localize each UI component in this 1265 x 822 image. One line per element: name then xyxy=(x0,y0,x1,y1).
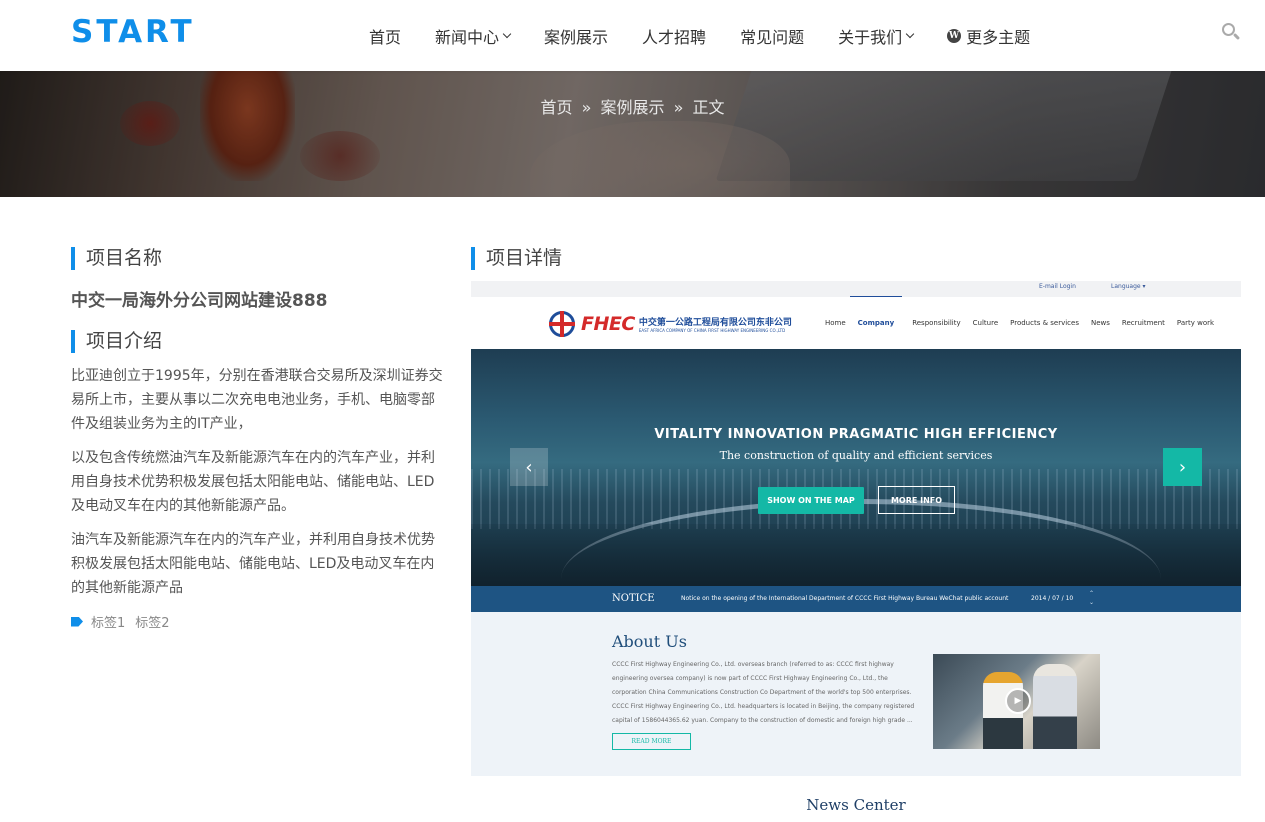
nav-item-label: 首页 xyxy=(369,27,402,47)
mock-news-center-title: News Center xyxy=(806,796,906,814)
nav-item-home[interactable]: 首页 xyxy=(352,0,418,71)
chevron-right-icon: › xyxy=(1163,448,1202,486)
breadcrumb-separator: » xyxy=(581,98,592,117)
mock-menu-item: News xyxy=(1090,319,1110,327)
nav-item-faq[interactable]: 常见问题 xyxy=(723,0,821,71)
mock-menu-item: Products & services xyxy=(1010,319,1079,327)
breadcrumb-cases[interactable]: 案例展示 xyxy=(600,98,664,117)
mock-notice-date: 2014 / 07 / 10 xyxy=(1031,595,1074,602)
mock-more-info-button: MORE INFO xyxy=(878,486,955,514)
site-logo[interactable]: START xyxy=(71,14,195,50)
wordpress-icon: W xyxy=(947,28,962,43)
chevron-down-icon xyxy=(905,29,915,38)
mock-hero-subtitle: The construction of quality and efficien… xyxy=(719,449,993,462)
tag-link[interactable]: 标签1 xyxy=(91,612,125,631)
mock-read-more-button: READ MORE xyxy=(612,733,691,750)
nav-item-label: 常见问题 xyxy=(740,27,805,47)
company-emblem-icon xyxy=(549,311,575,337)
mock-menu-item: Culture xyxy=(972,319,999,327)
mock-hero-title: VITALITY INNOVATION PRAGMATIC HIGH EFFIC… xyxy=(654,427,1058,442)
intro-paragraph: 比亚迪创立于1995年，分别在香港联合交易所及深圳证券交易所上市，主要从事以二次… xyxy=(71,368,443,432)
mock-menu-item: Recruitment xyxy=(1121,319,1165,327)
mock-logo-text: FHEC xyxy=(581,313,635,335)
project-screenshot: E-mail Login Language ▾ FHEC 中交第一公路工程局有限… xyxy=(471,281,1241,776)
tag-icon xyxy=(71,616,83,627)
nav-item-label: 更多主题 xyxy=(966,27,1031,47)
mock-notice-text: Notice on the opening of the Internation… xyxy=(681,595,1009,602)
mock-about-image: ▶ xyxy=(933,654,1100,749)
nav-item-label: 新闻中心 xyxy=(435,27,500,47)
chevron-down-icon xyxy=(502,29,512,38)
breadcrumb-separator: » xyxy=(673,98,684,117)
intro-paragraph: 油汽车及新能源汽车在内的汽车产业，并利用自身技术优势积极发展包括太阳能电站、储能… xyxy=(71,532,435,596)
breadcrumb-home[interactable]: 首页 xyxy=(540,98,572,117)
mock-menu-item: Party work xyxy=(1176,319,1215,327)
mock-login-link: E-mail Login xyxy=(1039,283,1076,290)
mock-menu-item: Responsibility xyxy=(912,319,961,327)
tag-link[interactable]: 标签2 xyxy=(135,612,169,631)
mock-navbar: FHEC 中交第一公路工程局有限公司东非公司 EAST AFRICA COMPA… xyxy=(471,295,1241,351)
page-banner: 首页 » 案例展示 » 正文 xyxy=(0,71,1265,197)
site-header: START 首页 新闻中心 案例展示 人才招聘 常见问题 关于我们 W 更多主题 xyxy=(0,0,1265,71)
mock-menu: Home Company Responsibility Culture Prod… xyxy=(825,295,1226,351)
breadcrumb: 首页 » 案例展示 » 正文 xyxy=(0,94,1265,118)
project-name: 中交一局海外分公司网站建设888 xyxy=(71,291,328,311)
nav-item-more-themes[interactable]: W 更多主题 xyxy=(930,0,1047,71)
chevron-left-icon: ‹ xyxy=(510,448,548,486)
mock-logo: FHEC 中交第一公路工程局有限公司东非公司 EAST AFRICA COMPA… xyxy=(549,311,792,337)
mock-about-text: CCCC First Highway Engineering Co., Ltd.… xyxy=(612,661,915,724)
section-title-detail: 项目详情 xyxy=(471,247,562,270)
mock-about-section: About Us CCCC First Highway Engineering … xyxy=(471,612,1241,776)
mock-notice-bar: NOTICE Notice on the opening of the Inte… xyxy=(471,586,1241,612)
mock-hero: VITALITY INNOVATION PRAGMATIC HIGH EFFIC… xyxy=(471,349,1241,586)
mock-map-button: SHOW ON THE MAP xyxy=(758,487,864,514)
nav-item-news[interactable]: 新闻中心 xyxy=(418,0,527,71)
mock-menu-item: Home xyxy=(825,319,846,327)
mock-language-link: Language ▾ xyxy=(1111,283,1146,290)
nav-item-about[interactable]: 关于我们 xyxy=(821,0,930,71)
mock-about-title: About Us xyxy=(612,632,687,651)
breadcrumb-current: 正文 xyxy=(692,98,725,117)
main-nav: 首页 新闻中心 案例展示 人才招聘 常见问题 关于我们 W 更多主题 xyxy=(352,0,1047,71)
intro-paragraph: 以及包含传统燃油汽车及新能源汽车在内的汽车产业，并利用自身技术优势积极发展包括太… xyxy=(71,450,435,514)
nav-item-cases[interactable]: 案例展示 xyxy=(527,0,625,71)
mock-logo-cn: 中交第一公路工程局有限公司东非公司 xyxy=(638,318,792,328)
nav-item-jobs[interactable]: 人才招聘 xyxy=(625,0,723,71)
play-icon: ▶ xyxy=(1005,688,1031,714)
tag-list: 标签1 标签2 xyxy=(71,612,180,631)
mock-logo-en: EAST AFRICA COMPANY OF CHINA FIRST HIGHW… xyxy=(638,328,786,333)
up-down-arrows-icon: ⌃ ⌄ xyxy=(1089,590,1095,606)
nav-item-label: 关于我们 xyxy=(838,27,903,47)
nav-item-label: 人才招聘 xyxy=(642,27,707,47)
nav-item-label: 案例展示 xyxy=(544,27,609,47)
search-icon[interactable] xyxy=(1221,22,1241,42)
mock-notice-title: NOTICE xyxy=(612,593,655,604)
mock-menu-item-active: Company xyxy=(849,295,903,351)
section-title-name: 项目名称 xyxy=(71,247,162,270)
section-title-intro: 项目介绍 xyxy=(71,330,162,353)
